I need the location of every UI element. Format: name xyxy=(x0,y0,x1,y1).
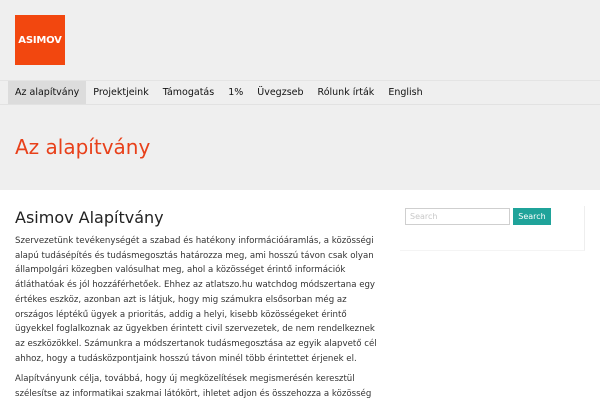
nav-item-rolunk-irtak[interactable]: Rólunk írták xyxy=(311,81,382,104)
nav-item-label: Támogatás xyxy=(162,87,215,98)
article-paragraph: Alapítványunk célja, továbbá, hogy új me… xyxy=(15,374,372,400)
nav-item-label: Üvegzseb xyxy=(257,87,304,98)
nav-item-label: English xyxy=(388,87,423,98)
site-logo[interactable]: ASIMOV xyxy=(15,15,65,65)
nav-item-egy-szazalek[interactable]: 1% xyxy=(221,81,250,104)
logo-text: ASIMOV xyxy=(18,34,62,46)
page-title: Az alapítvány xyxy=(15,135,151,159)
article-paragraph: Szervezetünk tevékenységét a szabad és h… xyxy=(15,236,377,364)
main-nav: Az alapítvány Projektjeink Támogatás 1% … xyxy=(0,80,600,104)
article-heading: Asimov Alapítvány xyxy=(15,208,164,227)
nav-item-projektjeink[interactable]: Projektjeink xyxy=(86,81,155,104)
article: Asimov Alapítvány Szervezetünk tevékenys… xyxy=(15,208,380,400)
nav-item-label: Rólunk írták xyxy=(317,87,375,98)
nav-item-tamogatas[interactable]: Támogatás xyxy=(156,81,221,104)
nav-item-uvegzseb[interactable]: Üvegzseb xyxy=(250,81,310,104)
sidebar: Search xyxy=(400,206,585,251)
nav-item-label: Az alapítvány xyxy=(15,87,80,98)
search-input[interactable] xyxy=(405,208,510,225)
page-title-band: Az alapítvány xyxy=(0,104,600,190)
nav-item-label: Projektjeink xyxy=(93,87,149,98)
nav-item-label: 1% xyxy=(228,87,244,98)
nav-item-english[interactable]: English xyxy=(381,81,429,104)
nav-item-az-alapitvany[interactable]: Az alapítvány xyxy=(8,81,87,104)
site-header: ASIMOV xyxy=(0,0,600,80)
search-button[interactable]: Search xyxy=(513,208,551,225)
